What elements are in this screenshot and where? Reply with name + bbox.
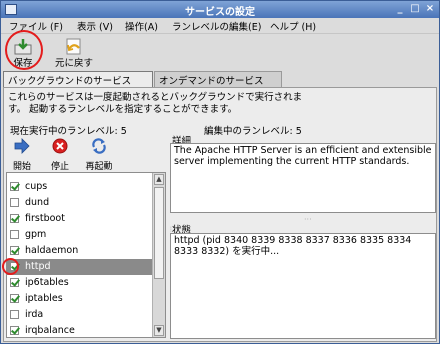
arrow-right-icon — [14, 138, 30, 154]
services-description: これらのサービスは一度起動されるとバックグラウンドで実行されます。 起動するラン… — [8, 92, 303, 115]
revert-icon — [66, 38, 81, 55]
toolbar: 保存 元に戻す — [1, 35, 439, 71]
service-checkbox[interactable] — [10, 294, 19, 303]
save-button[interactable]: 保存 — [7, 37, 39, 69]
stop-button[interactable]: 停止 — [48, 138, 72, 172]
service-checkbox[interactable] — [10, 214, 19, 223]
list-item[interactable]: iptables — [7, 291, 153, 307]
tab-ondemand-services[interactable]: オンデマンドのサービス(O) — [154, 71, 282, 98]
save-icon — [14, 39, 32, 55]
restart-label: 再起動 — [85, 162, 113, 172]
revert-label: 元に戻す — [54, 58, 93, 69]
service-checkbox[interactable] — [10, 278, 19, 287]
menu-edit-runlevel[interactable]: ランレベルの編集(E) — [172, 19, 261, 33]
status-text: httpd (pid 8340 8339 8338 8337 8336 8335… — [170, 233, 436, 339]
start-button[interactable]: 開始 — [10, 138, 34, 172]
service-checkbox[interactable] — [10, 246, 19, 255]
restart-button[interactable]: 再起動 — [82, 138, 116, 172]
maximize-button[interactable]: □ — [408, 3, 422, 16]
service-name: httpd — [25, 261, 51, 272]
stop-label: 停止 — [50, 162, 69, 172]
start-label: 開始 — [12, 162, 31, 172]
service-checkbox[interactable] — [10, 326, 19, 335]
service-name: irda — [25, 309, 44, 320]
list-item[interactable]: dund — [7, 195, 153, 211]
title-bar[interactable]: サービスの設定 _ □ × — [1, 1, 439, 18]
menubar: ファイル (F) 表示 (V) 操作(A) ランレベルの編集(E) ヘルプ (H… — [1, 18, 439, 34]
list-item[interactable]: irqbalance — [7, 323, 153, 337]
stop-icon — [52, 138, 68, 154]
service-checkbox[interactable] — [10, 230, 19, 239]
list-item[interactable]: cups — [7, 179, 153, 195]
pane-divider[interactable]: ··· — [304, 215, 312, 224]
menu-view[interactable]: 表示 (V) — [77, 19, 113, 33]
service-checkbox[interactable] — [10, 182, 19, 191]
scroll-thumb[interactable] — [154, 187, 164, 279]
menu-action[interactable]: 操作(A) — [125, 19, 158, 33]
menu-file[interactable]: ファイル (F) — [9, 19, 63, 33]
service-name: gpm — [25, 229, 47, 240]
list-item[interactable]: firstboot — [7, 211, 153, 227]
close-button[interactable]: × — [423, 3, 437, 16]
list-item[interactable]: haldaemon — [7, 243, 153, 259]
list-item[interactable]: ip6tables — [7, 275, 153, 291]
service-name: iptables — [25, 293, 63, 304]
service-checkbox[interactable] — [10, 310, 19, 319]
current-runlevel: 現在実行中のランレベル: 5 — [10, 126, 127, 137]
service-name: ip6tables — [25, 277, 69, 288]
service-name: firstboot — [25, 213, 65, 224]
edit-runlevel: 編集中のランレベル: 5 — [204, 126, 302, 137]
list-item[interactable]: irda — [7, 307, 153, 323]
list-item[interactable]: gpm — [7, 227, 153, 243]
scroll-up-icon[interactable]: ▲ — [154, 174, 164, 185]
service-name: irqbalance — [25, 325, 75, 336]
list-item[interactable]: httpd — [7, 259, 153, 275]
tab-background-services[interactable]: バックグラウンドのサービス (B) — [3, 71, 153, 98]
refresh-icon — [92, 138, 106, 154]
service-name: dund — [25, 197, 50, 208]
service-list-scrollbar[interactable]: ▲ ▼ — [152, 173, 165, 337]
tab-panel: これらのサービスは一度起動されるとバックグラウンドで実行されます。 起動するラン… — [3, 87, 437, 342]
service-checkbox[interactable] — [10, 198, 19, 207]
service-name: cups — [25, 181, 48, 192]
tab-bar: バックグラウンドのサービス (B) オンデマンドのサービス(O) — [3, 71, 437, 98]
service-name: haldaemon — [25, 245, 79, 256]
details-text: The Apache HTTP Server is an efficient a… — [170, 143, 436, 213]
save-label: 保存 — [13, 58, 33, 69]
revert-button[interactable]: 元に戻す — [49, 37, 99, 69]
window-title: サービスの設定 — [185, 7, 255, 18]
service-list[interactable]: cups dund firstboot gpm haldaemon httpd — [6, 172, 166, 338]
service-checkbox[interactable] — [10, 262, 19, 271]
scroll-down-icon[interactable]: ▼ — [154, 325, 164, 336]
menu-help[interactable]: ヘルプ (H) — [270, 19, 316, 33]
minimize-button[interactable]: _ — [393, 3, 407, 16]
services-window: サービスの設定 _ □ × ファイル (F) 表示 (V) 操作(A) ランレベ… — [0, 0, 440, 344]
